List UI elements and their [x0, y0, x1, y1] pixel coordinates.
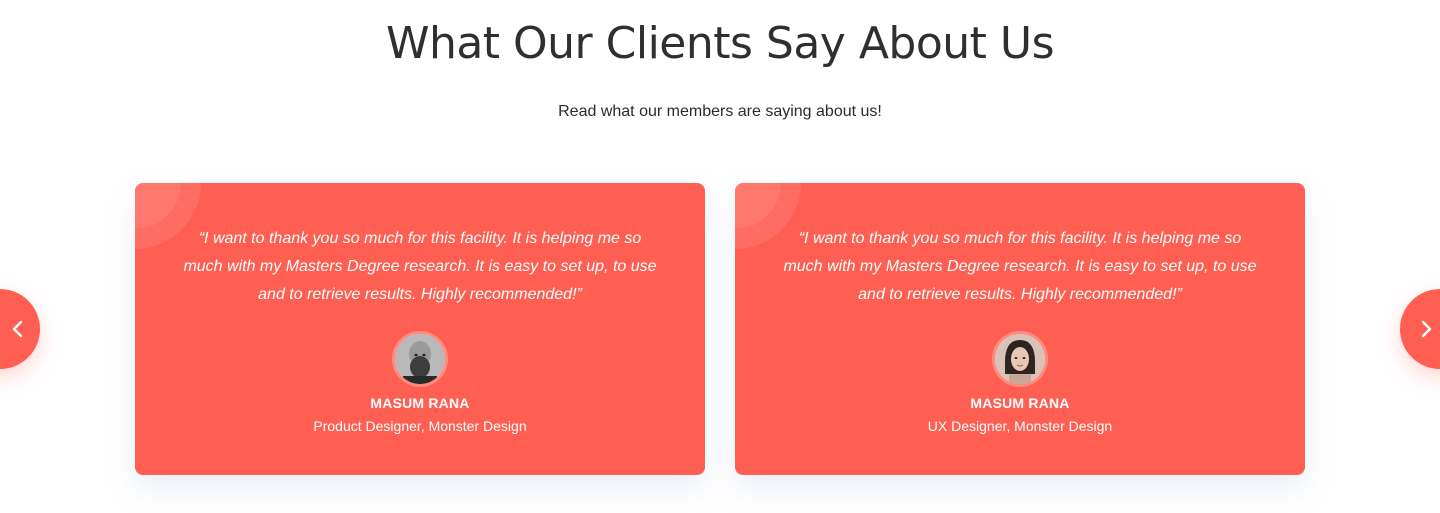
- testimonial-card: “I want to thank you so much for this fa…: [135, 183, 705, 475]
- testimonial-quote: “I want to thank you so much for this fa…: [783, 230, 1257, 303]
- section-subtitle: Read what our members are saying about u…: [558, 103, 882, 120]
- client-role: Product Designer, Monster Design: [313, 418, 527, 434]
- avatar: [992, 331, 1048, 387]
- next-slide-button[interactable]: [1400, 289, 1440, 369]
- avatar-portrait-image: [995, 334, 1045, 384]
- chevron-left-icon: [12, 320, 23, 338]
- client-role: UX Designer, Monster Design: [927, 418, 1113, 434]
- client-name: MASUM RANA: [970, 395, 1070, 411]
- section-title: What Our Clients Say About Us: [385, 18, 1055, 69]
- testimonial-card: “I want to thank you so much for this fa…: [735, 183, 1305, 475]
- avatar-portrait-image: [395, 334, 445, 384]
- previous-slide-button[interactable]: [0, 289, 40, 369]
- chevron-right-icon: [1421, 320, 1432, 338]
- avatar: [392, 331, 448, 387]
- testimonial-quote: “I want to thank you so much for this fa…: [183, 230, 657, 303]
- client-name: MASUM RANA: [370, 395, 470, 411]
